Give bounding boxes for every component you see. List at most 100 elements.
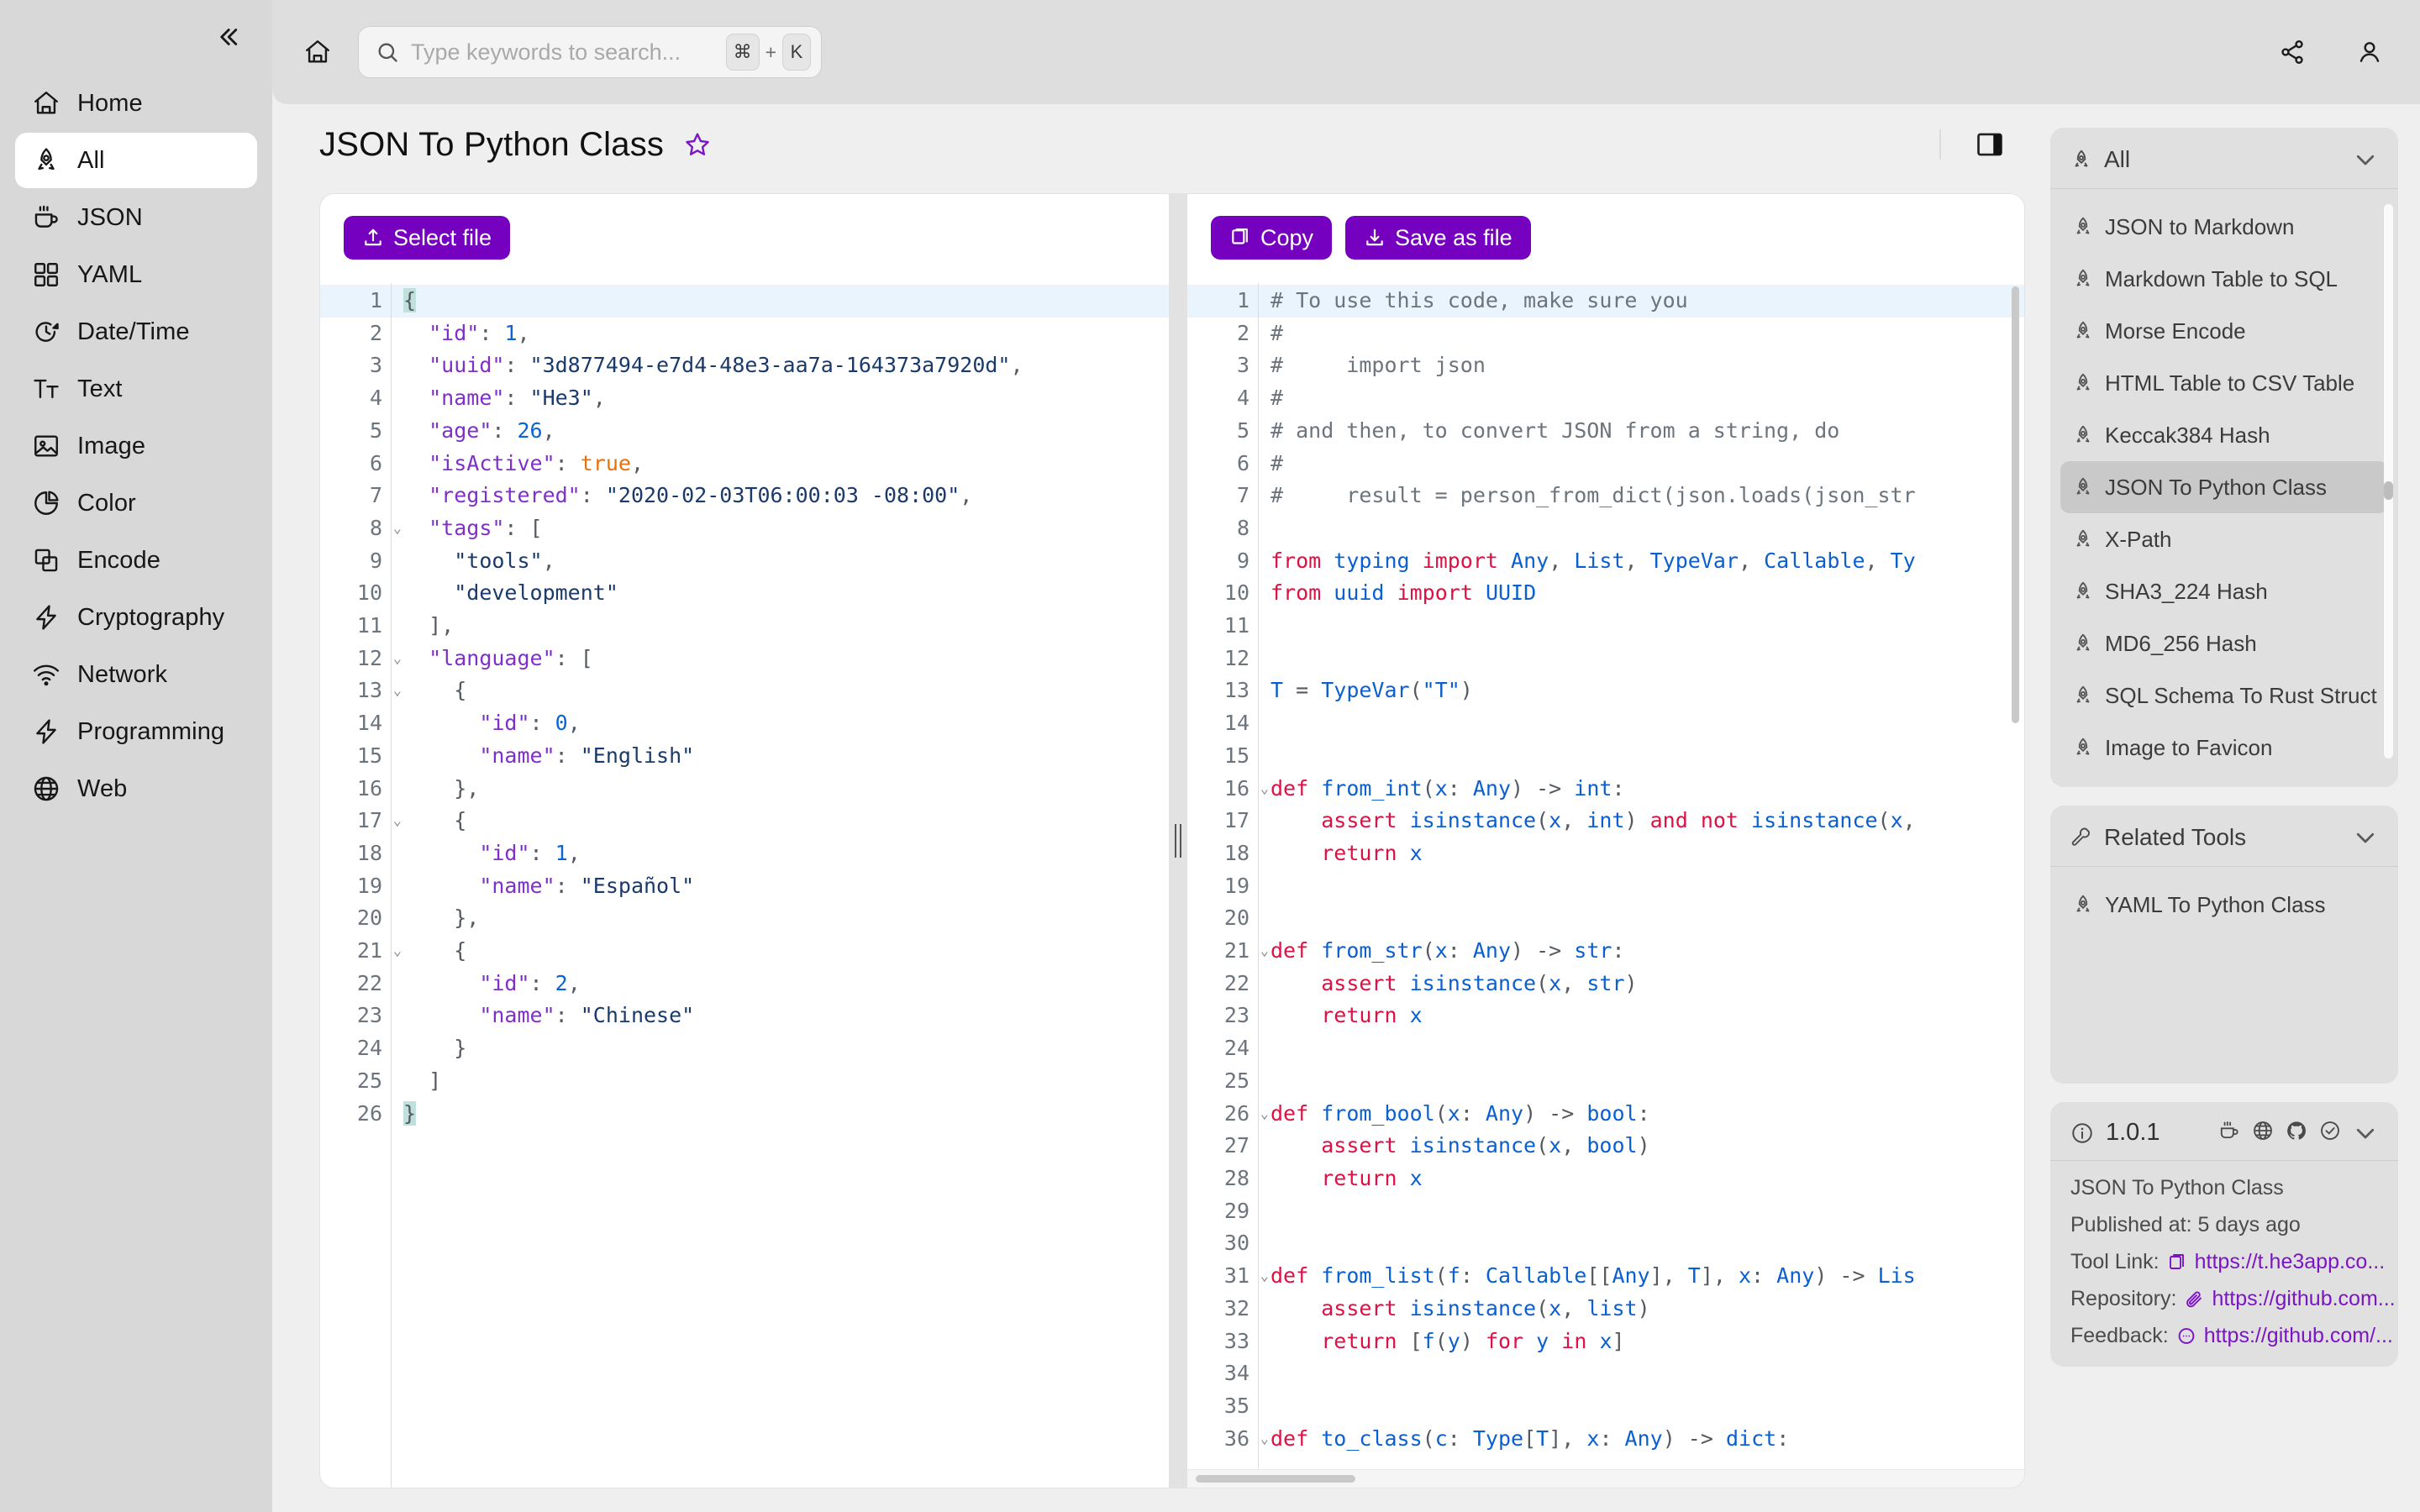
- user-icon[interactable]: [2348, 30, 2391, 74]
- sidebar-item-yaml[interactable]: YAML: [15, 247, 257, 302]
- sidebar-item-programming[interactable]: Programming: [15, 704, 257, 759]
- tool-info-card: 1.0.1 JSON To Python Class Published at:…: [2050, 1102, 2398, 1367]
- scrollbar-thumb[interactable]: [1196, 1475, 1355, 1483]
- search-input[interactable]: [411, 39, 714, 66]
- tool-list-item[interactable]: MD6_256 Hash: [2060, 617, 2388, 669]
- all-tools-card-header[interactable]: All: [2050, 128, 2398, 189]
- input-toolbar: Select file: [320, 194, 1169, 278]
- code-line: {: [403, 938, 467, 963]
- tool-list-item[interactable]: SQL Schema To Rust Struct: [2060, 669, 2388, 722]
- code-line: "id": 1,: [479, 840, 581, 865]
- sidebar-item-image[interactable]: Image: [15, 418, 257, 474]
- line-number: 17 ⌄: [320, 805, 402, 837]
- scrollbar-thumb[interactable]: [2384, 481, 2393, 500]
- tool-list-item[interactable]: HTML Table to CSV Table: [2060, 357, 2388, 409]
- github-icon[interactable]: [2286, 1120, 2307, 1146]
- tool-list-item[interactable]: YAML To Python Class: [2060, 879, 2388, 931]
- search-box[interactable]: ⌘ + K: [358, 26, 822, 78]
- share-icon[interactable]: [2270, 30, 2314, 74]
- tool-list-item[interactable]: JSON to Markdown: [2060, 201, 2388, 253]
- sidebar-item-encode[interactable]: Encode: [15, 533, 257, 588]
- globe-icon: [32, 774, 60, 803]
- rocket-icon: [2072, 320, 2094, 342]
- tool-info-header: 1.0.1: [2050, 1102, 2398, 1161]
- panel-right-icon[interactable]: [1973, 128, 2007, 161]
- check-circle-icon[interactable]: [2319, 1120, 2341, 1146]
- message-icon[interactable]: [2176, 1326, 2196, 1347]
- tool-info-body: JSON To Python Class Published at: 5 day…: [2050, 1161, 2398, 1367]
- save-as-file-button[interactable]: Save as file: [1345, 216, 1531, 260]
- output-code[interactable]: # To use this code, make sure you # # impo…: [1259, 278, 2024, 1469]
- code-line: T = TypeVar("T"): [1270, 678, 1473, 703]
- sidebar-item-web[interactable]: Web: [15, 761, 257, 816]
- tool-list-item-label: MD6_256 Hash: [2105, 630, 2257, 656]
- code-line: return [f(y) for y in x]: [1321, 1328, 1625, 1353]
- code-line: {: [403, 678, 467, 703]
- save-as-file-label: Save as file: [1395, 224, 1512, 250]
- tool-list-item[interactable]: Markdown Table to SQL: [2060, 253, 2388, 305]
- sidebar-item-label: Image: [77, 432, 146, 459]
- coffee-icon[interactable]: [2218, 1120, 2240, 1146]
- sidebar-item-label: Text: [77, 375, 123, 402]
- pane-splitter[interactable]: [1169, 194, 1187, 1488]
- sidebar-item-text[interactable]: Text: [15, 361, 257, 417]
- chevron-down-icon[interactable]: [2353, 1121, 2378, 1146]
- star-icon[interactable]: [679, 126, 716, 163]
- sidebar-item-cryptography[interactable]: Cryptography: [15, 590, 257, 645]
- copy-button[interactable]: Copy: [1211, 216, 1333, 260]
- sidebar-item-network[interactable]: Network: [15, 647, 257, 702]
- related-tools-list[interactable]: YAML To Python Class: [2050, 867, 2398, 1074]
- line-number: 20: [1223, 906, 1249, 931]
- sidebar-item-all[interactable]: All: [15, 133, 257, 188]
- chevron-down-icon[interactable]: [2353, 147, 2378, 172]
- copy-icon[interactable]: [2167, 1252, 2187, 1273]
- tool-list-item[interactable]: Keccak384 Hash: [2060, 409, 2388, 461]
- feedback-url[interactable]: https://github.com/...: [2204, 1324, 2393, 1348]
- tool-list-scrollbar[interactable]: [2384, 204, 2393, 759]
- tool-info-feedback-row: Feedback: https://github.com/...: [2070, 1324, 2393, 1348]
- all-tools-list[interactable]: JSON to Markdown Markdown Table to SQL Mor…: [2050, 189, 2398, 777]
- code-line: {: [403, 808, 467, 833]
- line-number: 26: [356, 1100, 382, 1126]
- input-code[interactable]: { "id": 1, "uuid": "3d877494-e7d4-48e3-a…: [392, 278, 1169, 1488]
- line-number: 23: [1223, 1003, 1249, 1028]
- sidebar-item-label: Programming: [77, 717, 225, 745]
- wifi-icon: [32, 660, 60, 689]
- sidebar-item-home[interactable]: Home: [15, 76, 257, 131]
- paperclip-icon[interactable]: [2184, 1289, 2204, 1310]
- input-code-area[interactable]: 1⌄2345678⌄9101112⌄13⌄14151617⌄18192021⌄2…: [320, 278, 1169, 1488]
- repository-url[interactable]: https://github.com...: [2212, 1287, 2395, 1311]
- tool-link-url[interactable]: https://t.he3app.co...: [2195, 1250, 2386, 1274]
- feedback-label: Feedback:: [2070, 1324, 2169, 1347]
- output-code-area[interactable]: 1 2 3 4 5 6 7 8 9 10 11 12 13 14 15 16 ⌄ 17 18 19 20 21 ⌄ 22 23 2…: [1187, 278, 2024, 1469]
- kbd-plus: +: [765, 40, 776, 63]
- globe-icon[interactable]: [2252, 1120, 2274, 1146]
- code-line: "isActive": true,: [429, 450, 644, 475]
- line-number: 11: [356, 613, 382, 638]
- output-horizontal-scrollbar[interactable]: [1187, 1469, 2024, 1488]
- tool-list-item[interactable]: SHA3_224 Hash: [2060, 565, 2388, 617]
- line-number: 5: [369, 417, 382, 443]
- code-line: }: [403, 1100, 417, 1126]
- search-shortcut-hint: ⌘ + K: [725, 34, 811, 71]
- tool-list-item[interactable]: Image to Favicon: [2060, 722, 2388, 774]
- sidebar-item-color[interactable]: Color: [15, 475, 257, 531]
- related-tools-card-header[interactable]: Related Tools: [2050, 806, 2398, 867]
- sidebar-item-date-time[interactable]: Date/Time: [15, 304, 257, 360]
- output-vertical-scrollbar[interactable]: [2012, 286, 2019, 723]
- tool-list-item[interactable]: JSON To Python Class: [2060, 461, 2388, 513]
- tool-list-item[interactable]: Morse Encode: [2060, 305, 2388, 357]
- line-number: 4: [369, 386, 382, 411]
- tool-list-item[interactable]: X-Path: [2060, 513, 2388, 565]
- code-line: "id": 0,: [479, 711, 581, 736]
- line-number: 30: [1223, 1231, 1249, 1256]
- sidebar-item-json[interactable]: JSON: [15, 190, 257, 245]
- all-tools-card-title: All: [2104, 146, 2131, 172]
- line-number: 6: [369, 450, 382, 475]
- home-icon[interactable]: [296, 30, 339, 74]
- select-file-button[interactable]: Select file: [344, 216, 511, 260]
- sidebar-collapse-icon[interactable]: [207, 18, 244, 55]
- chevron-down-icon[interactable]: [2353, 825, 2378, 850]
- tool-list-item-label: Keccak384 Hash: [2105, 422, 2270, 448]
